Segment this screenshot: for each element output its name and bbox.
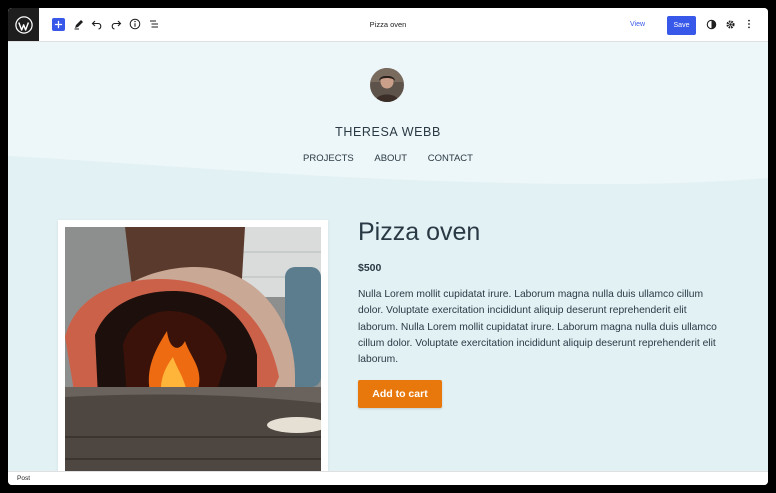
product-image-card[interactable]: [58, 220, 328, 471]
nav-item-about[interactable]: ABOUT: [374, 153, 407, 164]
list-view-button[interactable]: [145, 15, 163, 33]
site-navigation: PROJECTS ABOUT CONTACT: [8, 153, 768, 164]
pen-icon: [74, 20, 83, 30]
nav-item-contact[interactable]: CONTACT: [428, 153, 473, 164]
product-image: [65, 227, 321, 471]
editor-toolbar: Pizza oven View Save: [8, 8, 768, 42]
plus-icon: [54, 20, 63, 29]
gear-icon: [725, 19, 735, 29]
contrast-icon: [706, 19, 716, 29]
wordpress-logo-icon[interactable]: [8, 8, 39, 41]
list-view-icon: [150, 20, 158, 28]
avatar[interactable]: [370, 68, 404, 102]
undo-icon: [91, 20, 102, 30]
settings-button[interactable]: [721, 15, 739, 33]
redo-icon: [111, 20, 122, 30]
product-description[interactable]: Nulla Lorem mollit cupidatat irure. Labo…: [358, 287, 720, 368]
info-icon: [129, 18, 141, 30]
tools-button[interactable]: [70, 15, 88, 33]
nav-item-projects[interactable]: PROJECTS: [303, 153, 354, 164]
more-vertical-icon: [748, 19, 750, 29]
redo-button[interactable]: [107, 15, 125, 33]
status-bar: Post: [8, 471, 768, 485]
view-button[interactable]: View: [630, 8, 645, 41]
details-button[interactable]: [126, 15, 144, 33]
product-title[interactable]: Pizza oven: [358, 218, 480, 247]
add-block-button[interactable]: [52, 18, 65, 31]
editor-canvas: THERESA WEBB PROJECTS ABOUT CONTACT Pizz…: [8, 42, 768, 471]
editor-window: Pizza oven View Save THERESA WEBB PROJEC…: [8, 8, 768, 485]
save-button[interactable]: Save: [667, 16, 696, 35]
breadcrumb-post[interactable]: Post: [17, 475, 30, 482]
undo-button[interactable]: [88, 15, 106, 33]
options-button[interactable]: [740, 15, 758, 33]
site-title[interactable]: THERESA WEBB: [8, 125, 768, 139]
styles-button[interactable]: [702, 15, 720, 33]
add-to-cart-button[interactable]: Add to cart: [358, 380, 442, 408]
product-price[interactable]: $500: [358, 262, 381, 274]
header-wave-background: [8, 42, 768, 185]
